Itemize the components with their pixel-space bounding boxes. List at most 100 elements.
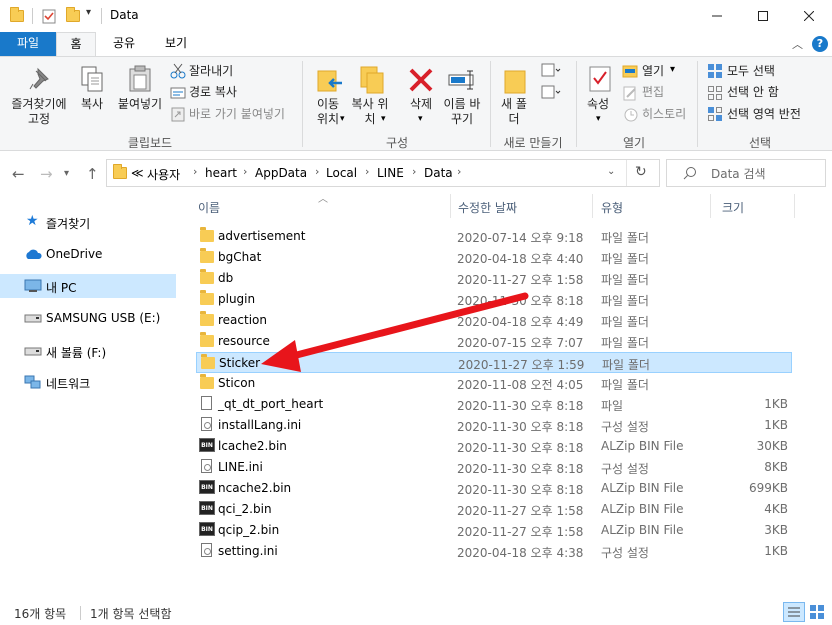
paste-button[interactable]: 붙여넣기 [114, 97, 166, 112]
breadcrumb-line[interactable]: LINE [377, 166, 404, 180]
chevron-down-icon[interactable]: ▾ [670, 64, 675, 75]
recent-locations-icon[interactable]: ▾ [64, 168, 69, 179]
chevron-down-icon[interactable]: ▾ [340, 114, 345, 124]
new-item-icon[interactable] [541, 63, 561, 79]
back-arrow-icon[interactable]: ← [12, 165, 25, 183]
file-date: 2020-04-18 오후 4:40 [457, 252, 584, 266]
select-all-button[interactable]: 모두 선택 [727, 64, 775, 79]
file-type: 구성 설정 [601, 420, 649, 434]
search-box[interactable]: Data 검색 [666, 159, 826, 187]
file-row[interactable]: BIN qcip_2.bin 2020-11-27 오후 1:58 ALZip BIN… [196, 520, 792, 541]
nav-item-volume-f[interactable]: 새 볼륨 (F:) [0, 339, 176, 363]
file-name: installLang.ini [218, 418, 302, 432]
invert-selection-button[interactable]: 선택 영역 반전 [727, 107, 801, 122]
close-button[interactable] [786, 0, 832, 32]
large-icons-view-icon[interactable] [808, 603, 826, 624]
history-button[interactable]: 히스토리 [642, 107, 686, 122]
drive-icon [24, 314, 42, 323]
column-date[interactable]: 수정한 날짜 [458, 199, 517, 216]
maximize-button[interactable] [740, 0, 786, 32]
address-history-icon[interactable]: ⌄ [607, 166, 615, 177]
breadcrumb-local[interactable]: Local [326, 166, 357, 180]
file-row[interactable]: setting.ini 2020-04-18 오후 4:38 구성 설정 1KB [196, 541, 792, 562]
file-row[interactable]: LINE.ini 2020-11-30 오후 8:18 구성 설정 8KB [196, 457, 792, 478]
nav-label: 네트워크 [46, 377, 91, 391]
breadcrumb-data[interactable]: Data [424, 166, 453, 180]
chevron-down-icon[interactable]: ▾ [596, 114, 601, 124]
tab-share[interactable]: 공유 [104, 32, 144, 56]
details-view-icon[interactable] [783, 602, 805, 622]
file-row[interactable]: BIN ncache2.bin 2020-11-30 오후 8:18 ALZip BI… [196, 478, 792, 499]
column-name[interactable]: 이름 [198, 199, 220, 216]
chevron-right-icon[interactable]: › [457, 165, 461, 178]
copy-path-button[interactable]: 경로 복사 [189, 85, 237, 100]
file-row[interactable]: bgChat 2020-04-18 오후 4:40 파일 폴더 [196, 247, 792, 268]
search-icon [683, 166, 697, 183]
address-bar[interactable]: ≪ 사용자 › heart › AppData › Local › LINE ›… [106, 159, 660, 187]
file-row[interactable]: db 2020-11-27 오후 1:58 파일 폴더 [196, 268, 792, 289]
chevron-right-icon[interactable]: › [315, 165, 319, 178]
file-row[interactable]: Sticon 2020-11-08 오전 4:05 파일 폴더 [196, 373, 792, 394]
collapse-ribbon-icon[interactable]: ︿ [792, 36, 803, 52]
file-row[interactable]: BIN lcache2.bin 2020-11-30 오후 8:18 ALZip BI… [196, 436, 792, 457]
new-folder-large-icon [503, 65, 527, 98]
refresh-icon[interactable]: ↻ [635, 164, 647, 180]
file-type: 파일 [601, 399, 624, 413]
pin-icon [28, 67, 50, 94]
separator [576, 61, 577, 147]
open-button[interactable]: 열기 [642, 64, 664, 79]
edit-button[interactable]: 편집 [642, 85, 664, 100]
nav-item-usb-drive[interactable]: SAMSUNG USB (E:) [0, 306, 176, 330]
chevron-right-icon[interactable]: › [412, 165, 416, 178]
properties-icon[interactable] [42, 8, 56, 27]
column-size[interactable]: 크기 [722, 199, 744, 216]
tab-file[interactable]: 파일 [0, 32, 56, 56]
tab-home[interactable]: 홈 [56, 32, 96, 56]
column-type[interactable]: 유형 [601, 199, 623, 216]
easy-access-icon[interactable] [541, 85, 561, 101]
chevron-right-icon[interactable]: › [243, 165, 247, 178]
chevron-right-icon[interactable]: › [365, 165, 369, 178]
up-arrow-icon[interactable]: ↑ [86, 165, 99, 183]
nav-item-network[interactable]: 네트워크 [0, 370, 176, 394]
cut-button[interactable]: 잘라내기 [189, 64, 233, 79]
separator [302, 61, 303, 147]
nav-item-quick-access[interactable]: ★ 즐겨찾기 [0, 210, 176, 234]
copy-button[interactable]: 복사 [78, 97, 106, 112]
minimize-button[interactable] [694, 0, 740, 32]
nav-item-this-pc[interactable]: 내 PC [0, 274, 176, 298]
tab-view[interactable]: 보기 [156, 32, 196, 56]
file-row[interactable]: advertisement 2020-07-14 오후 9:18 파일 폴더 [196, 226, 792, 247]
file-name: ncache2.bin [218, 481, 292, 495]
select-none-button[interactable]: 선택 안 함 [727, 85, 779, 100]
separator [710, 194, 711, 218]
file-type: 파일 폴더 [601, 315, 649, 329]
chevron-down-icon[interactable]: ▾ [418, 114, 423, 124]
chevron-down-icon[interactable]: ▾ [381, 114, 386, 124]
breadcrumb-overflow[interactable]: ≪ [131, 166, 144, 180]
help-icon[interactable]: ? [812, 36, 828, 52]
paste-shortcut-button[interactable]: 바로 가기 붙여넣기 [189, 107, 285, 122]
file-row[interactable]: installLang.ini 2020-11-30 오후 8:18 구성 설정 1K… [196, 415, 792, 436]
delete-button[interactable]: 삭제 [404, 97, 438, 112]
new-folder-button[interactable]: 새 폴더 [498, 97, 530, 127]
file-name: db [218, 271, 234, 285]
separator [80, 606, 81, 620]
file-name: qci_2.bin [218, 502, 272, 516]
forward-arrow-icon[interactable]: → [40, 165, 53, 183]
file-row[interactable]: _qt_dt_port_heart 2020-11-30 오후 8:18 파일 1KB [196, 394, 792, 415]
breadcrumb-users[interactable]: 사용자 [147, 166, 180, 183]
title-bar: ▾ Data [0, 0, 832, 32]
nav-item-onedrive[interactable]: OneDrive [0, 242, 176, 266]
customize-quick-access-icon[interactable]: ▾ [86, 7, 91, 18]
properties-button[interactable]: 속성 [583, 97, 613, 112]
rename-button[interactable]: 이름 바꾸기 [440, 97, 484, 127]
new-folder-icon[interactable] [66, 7, 80, 22]
separator [101, 8, 102, 24]
pin-to-quick-access-button[interactable]: 즐겨찾기에 고정 [4, 97, 74, 127]
ribbon: 즐겨찾기에 고정 복사 붙여넣기 잘라내기 경로 복사 바로 가기 붙여넣기 클… [0, 56, 832, 151]
breadcrumb-appdata[interactable]: AppData [255, 166, 307, 180]
breadcrumb-heart[interactable]: heart [205, 166, 237, 180]
chevron-right-icon[interactable]: › [193, 165, 197, 178]
file-row[interactable]: BIN qci_2.bin 2020-11-27 오후 1:58 ALZip BIN … [196, 499, 792, 520]
